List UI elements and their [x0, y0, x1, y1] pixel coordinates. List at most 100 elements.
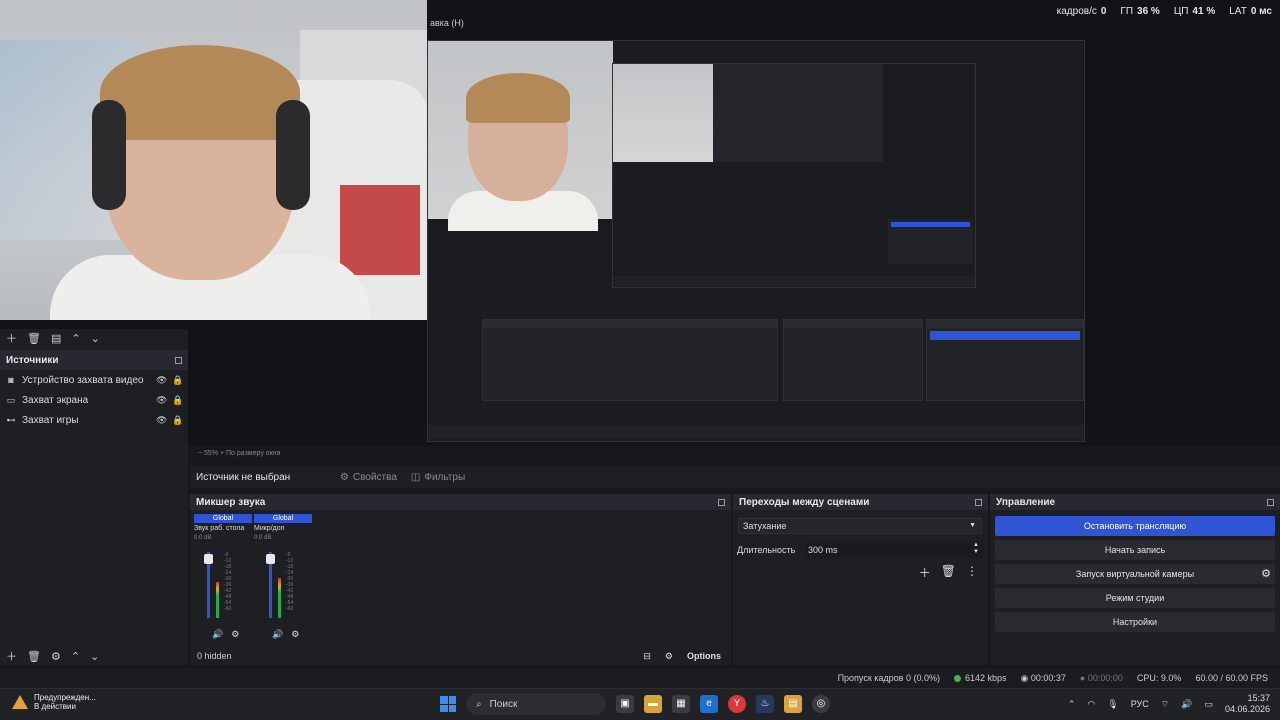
gear-icon: ⚙	[340, 471, 349, 483]
spin-buttons[interactable]: ▲ ▼	[973, 542, 979, 556]
start-button[interactable]	[440, 696, 456, 712]
camera-icon: ◙	[8, 375, 14, 385]
properties-button[interactable]: ⚙ Свойства	[340, 472, 397, 483]
file-explorer-icon[interactable]: ▬	[644, 695, 662, 713]
hidden-count[interactable]: 0 hidden	[197, 651, 232, 661]
yandex-icon[interactable]: Y	[728, 695, 746, 713]
lock-icon[interactable]: 🔒	[172, 415, 183, 426]
controls-title-bar: Управление	[990, 494, 1280, 510]
lock-icon[interactable]: 🔒	[172, 395, 183, 406]
volume-slider[interactable]: -6 -12 -18 -24 -30 -36 -42 -48 -54 -60	[204, 552, 231, 618]
clock[interactable]: 15:37 04.06.2026	[1225, 693, 1270, 715]
language-indicator[interactable]: РУС	[1131, 699, 1149, 709]
edge-icon[interactable]: e	[700, 695, 718, 713]
remove-source-button[interactable]: 🗑	[27, 650, 41, 663]
bitrate: 6142 kbps	[964, 673, 1007, 683]
channel-name[interactable]: Звук раб. стола	[194, 525, 252, 532]
obs-icon[interactable]: ◎	[812, 695, 830, 713]
eye-icon[interactable]: 👁	[156, 395, 167, 406]
fps-value: 0	[1100, 6, 1107, 17]
gear-icon[interactable]: ⚙	[231, 629, 239, 640]
search-icon: ⌕	[476, 698, 482, 710]
source-toolbar: Источник не выбран ⚙ Свойства ◫ Фильтры	[190, 466, 1280, 488]
mixer-channel: Global Звук раб. стола 0.0 dB	[194, 514, 252, 541]
remove-transition-button[interactable]: 🗑	[941, 564, 956, 581]
signal-icon	[953, 675, 961, 683]
mixer-channel: Global Микр/доп 0.0 dB	[254, 514, 312, 541]
eye-icon[interactable]: 👁	[156, 375, 167, 386]
volume-slider[interactable]: -6 -12 -18 -24 -30 -36 -42 -48 -54 -60	[266, 552, 293, 618]
wifi-icon[interactable]: ⌔	[1161, 699, 1169, 710]
stream-icon: ◉	[1020, 672, 1031, 683]
gear-icon[interactable]: ⚙	[1261, 564, 1271, 584]
weather-widget[interactable]: Предупрежден... В действии	[12, 693, 96, 711]
move-up-button[interactable]: ⌃	[71, 650, 80, 663]
volume-icon[interactable]: 🔊	[1181, 699, 1192, 710]
task-view-icon[interactable]: ▣	[616, 695, 634, 713]
lock-icon[interactable]: 🔒	[172, 375, 183, 386]
stream-time: 00:00:37	[1030, 672, 1066, 683]
eye-icon[interactable]: 👁	[156, 415, 167, 426]
channel-tag: Global	[254, 514, 312, 523]
remove-scene-button[interactable]: 🗑	[27, 332, 41, 345]
channel-name[interactable]: Микр/доп	[254, 525, 312, 532]
app-icon[interactable]: ▤	[784, 695, 802, 713]
transition-selected: Затухание	[743, 521, 787, 531]
store-icon[interactable]: ▦	[672, 695, 690, 713]
add-scene-button[interactable]: ＋	[6, 330, 17, 346]
source-item[interactable]: ◙ Устройство захвата видео 👁 🔒	[0, 370, 188, 390]
nested-screen-capture-inner	[612, 63, 976, 288]
chevron-up-icon[interactable]: ⌃	[1068, 699, 1076, 710]
network-icon[interactable]: ◠	[1087, 699, 1095, 710]
stop-stream-button[interactable]: Остановить трансляцию	[995, 516, 1275, 536]
transition-select[interactable]: Затухание ▼	[738, 518, 982, 534]
filters-button[interactable]: ◫ Фильтры	[411, 472, 465, 483]
zoom-bar[interactable]: − 55% + По размеру окна	[190, 447, 1280, 461]
channel-db: 0.0 dB	[194, 535, 212, 541]
gpu-label: ГП	[1120, 6, 1134, 17]
add-transition-button[interactable]: ＋	[919, 564, 931, 581]
duration-input[interactable]: 300 ms ▲ ▼	[805, 542, 983, 558]
float-dock-icon[interactable]	[175, 356, 182, 364]
speaker-icon[interactable]: 🔊	[272, 629, 283, 640]
advanced-audio-icon[interactable]: ⚙	[665, 651, 673, 662]
move-down-button[interactable]: ⌄	[90, 650, 99, 663]
mic-icon[interactable]: 🎙	[1107, 699, 1118, 710]
battery-icon[interactable]: ▭	[1204, 699, 1213, 710]
scenes-toolbar: ＋ 🗑 ▤ ⌃ ⌄	[0, 329, 188, 347]
more-options-icon[interactable]: ⋮	[966, 564, 978, 581]
float-dock-icon[interactable]	[718, 498, 725, 506]
filter-icon: ◫	[410, 471, 421, 483]
warning-subtitle: В действии	[34, 702, 76, 711]
layout-icon[interactable]: ⊟	[643, 651, 651, 662]
gear-icon[interactable]: ⚙	[291, 629, 299, 640]
start-recording-button[interactable]: Начать запись	[995, 540, 1275, 560]
start-virtual-camera-button[interactable]: Запуск виртуальной камеры	[1076, 569, 1194, 579]
settings-button[interactable]: Настройки	[995, 612, 1275, 632]
sources-title: Источники	[6, 354, 59, 366]
move-up-button[interactable]: ⌃	[71, 332, 80, 345]
float-dock-icon[interactable]	[1267, 498, 1274, 506]
options-button[interactable]: Options	[687, 651, 721, 661]
speaker-icon[interactable]: 🔊	[212, 629, 223, 640]
add-source-button[interactable]: ＋	[6, 648, 17, 664]
monitor-icon: ▭	[6, 394, 16, 405]
fps-label: кадров/с	[1056, 6, 1097, 17]
source-name: Захват игры	[22, 414, 79, 426]
scene-filter-button[interactable]: ▤	[51, 332, 61, 345]
studio-mode-button[interactable]: Режим студии	[995, 588, 1275, 608]
chevron-down-icon: ▼	[969, 522, 976, 529]
cpu-label: ЦП	[1173, 6, 1189, 17]
sources-toolbar: ＋ 🗑 ⚙ ⌃ ⌄	[0, 647, 105, 665]
duration-label: Длительность	[737, 545, 796, 555]
steam-icon[interactable]: ♨	[756, 695, 774, 713]
source-item[interactable]: ⊷ Захват игры 👁 🔒	[0, 410, 188, 430]
float-dock-icon[interactable]	[975, 498, 982, 506]
channel-controls: 🔊 ⚙	[212, 629, 239, 640]
source-item[interactable]: ▭ Захват экрана 👁 🔒	[0, 390, 188, 410]
channel-tag: Global	[194, 514, 252, 523]
preview-canvas[interactable]: авка (Н)	[0, 0, 1280, 446]
taskbar-search[interactable]: ⌕ Поиск	[466, 693, 606, 715]
move-down-button[interactable]: ⌄	[91, 332, 100, 345]
source-settings-button[interactable]: ⚙	[51, 650, 61, 663]
